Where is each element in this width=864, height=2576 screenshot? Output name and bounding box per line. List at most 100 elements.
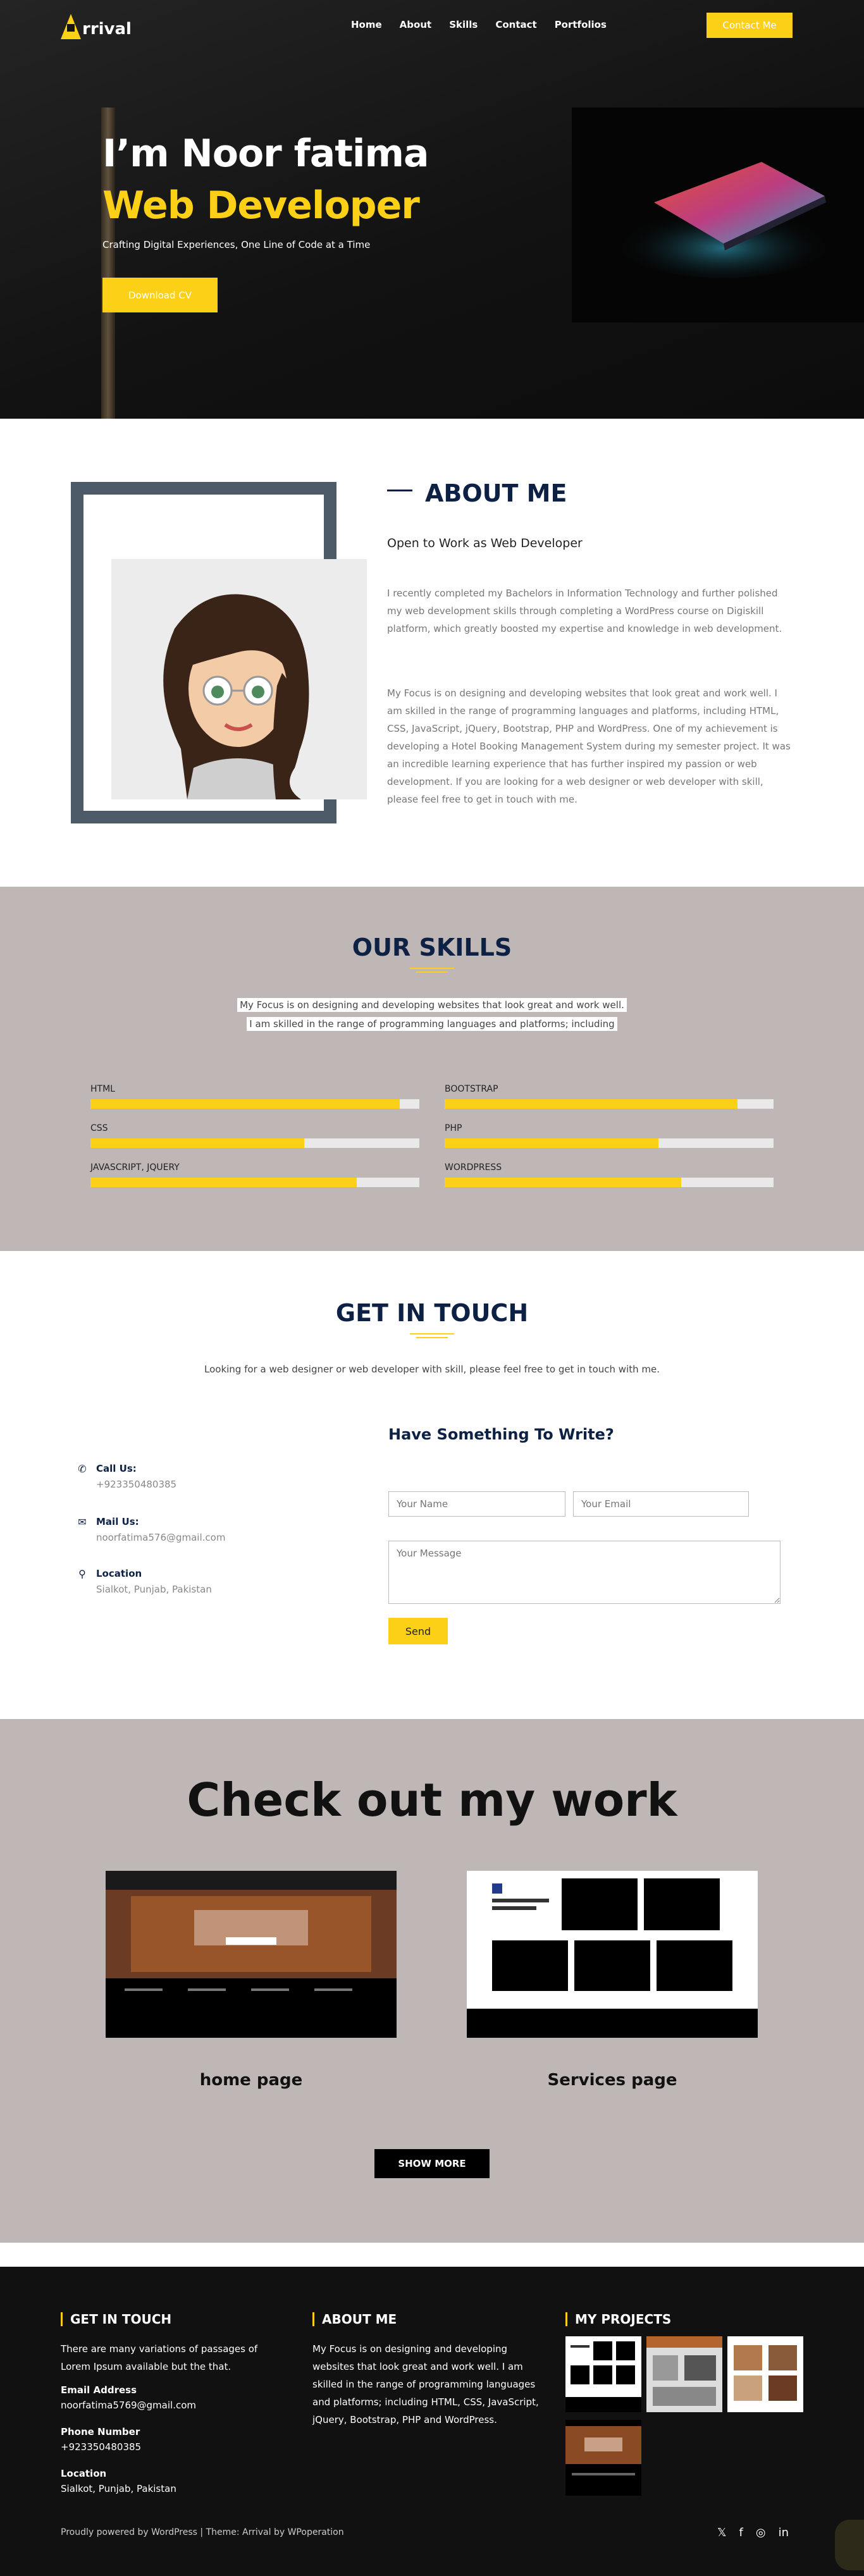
footer-phone-label: Phone Number bbox=[61, 2426, 140, 2437]
message-textarea[interactable] bbox=[388, 1541, 781, 1604]
footer-location-label: Location bbox=[61, 2468, 107, 2479]
footer-about-text: My Focus is on designing and developing … bbox=[312, 2343, 539, 2425]
call-value[interactable]: +923350480385 bbox=[96, 1479, 176, 1490]
footer-about-column: ABOUT ME My Focus is on designing and de… bbox=[312, 2312, 540, 2429]
skill-fill bbox=[445, 1138, 658, 1148]
contact-heading-underline-2 bbox=[416, 1337, 448, 1338]
hero-laptop-image bbox=[572, 108, 864, 323]
footer-project-thumb-1[interactable] bbox=[565, 2336, 641, 2412]
footer-projects-column: MY PROJECTS bbox=[565, 2312, 806, 2326]
skill-javascript: JAVASCRIPT, JQUERY bbox=[90, 1162, 419, 1187]
skill-track bbox=[90, 1178, 419, 1187]
skills-heading-underline-2 bbox=[416, 971, 448, 973]
skill-label: JAVASCRIPT, JQUERY bbox=[90, 1162, 180, 1173]
skill-label: WORDPRESS bbox=[445, 1162, 502, 1173]
footer-project-thumb-4[interactable] bbox=[565, 2420, 641, 2496]
footer-about-heading: ABOUT ME bbox=[312, 2312, 540, 2326]
footer-social-links: 𝕏 f ◎ in bbox=[717, 2526, 789, 2539]
skill-css: CSS bbox=[90, 1123, 419, 1148]
skills-heading: OUR SKILLS bbox=[352, 934, 512, 961]
name-input[interactable] bbox=[388, 1491, 565, 1517]
footer-location-value: Sialkot, Punjab, Pakistan bbox=[61, 2483, 176, 2494]
skill-track bbox=[445, 1178, 774, 1187]
skill-fill bbox=[90, 1138, 304, 1148]
mail-icon: ✉ bbox=[78, 1515, 87, 1528]
skill-track bbox=[90, 1099, 419, 1109]
mail-value[interactable]: noorfatima576@gmail.com bbox=[96, 1532, 225, 1543]
skill-label: PHP bbox=[445, 1123, 462, 1133]
skills-section: OUR SKILLS My Focus is on designing and … bbox=[0, 887, 864, 1251]
menu-item-about[interactable]: About bbox=[400, 19, 432, 30]
project-thumbnail-services[interactable] bbox=[467, 1871, 758, 2038]
contact-mail: ✉ Mail Us: noorfatima576@gmail.com bbox=[76, 1515, 225, 1544]
contact-heading-underline bbox=[410, 1333, 454, 1334]
about-section: ABOUT ME Open to Work as Web Developer I… bbox=[0, 419, 864, 887]
form-heading: Have Something To Write? bbox=[388, 1426, 614, 1443]
send-button[interactable]: Send bbox=[388, 1618, 448, 1644]
site-logo[interactable]: rrival bbox=[61, 11, 132, 39]
menu-item-portfolios[interactable]: Portfolios bbox=[555, 19, 607, 30]
about-image-frame-bottom bbox=[71, 811, 336, 823]
skill-fill bbox=[90, 1178, 357, 1187]
about-heading: ABOUT ME bbox=[425, 479, 567, 507]
skill-fill bbox=[445, 1099, 737, 1109]
skill-label: CSS bbox=[90, 1123, 108, 1133]
project-caption-services: Services page bbox=[547, 2071, 677, 2090]
footer-credits: Proudly powered by WordPress | Theme: Ar… bbox=[61, 2527, 344, 2537]
skill-fill bbox=[90, 1099, 400, 1109]
footer-contact-text: There are many variations of passages of… bbox=[61, 2343, 258, 2372]
scroll-to-top-button[interactable] bbox=[835, 2520, 864, 2570]
facebook-icon[interactable]: f bbox=[739, 2526, 743, 2539]
instagram-icon[interactable]: ◎ bbox=[756, 2526, 766, 2539]
top-navigation: rrival Home About Skills Contact Portfol… bbox=[0, 0, 864, 51]
about-heading-line bbox=[387, 490, 412, 491]
skill-track bbox=[445, 1099, 774, 1109]
skill-track bbox=[445, 1138, 774, 1148]
twitter-icon[interactable]: 𝕏 bbox=[717, 2526, 727, 2539]
contact-description: Looking for a web designer or web develo… bbox=[204, 1364, 660, 1375]
work-heading: Check out my work bbox=[187, 1773, 677, 1827]
call-title: Call Us: bbox=[96, 1463, 137, 1474]
footer: GET IN TOUCH There are many variations o… bbox=[0, 2267, 864, 2576]
location-title: Location bbox=[96, 1568, 142, 1579]
contact-me-button[interactable]: Contact Me bbox=[707, 13, 793, 38]
skill-php: PHP bbox=[445, 1123, 774, 1148]
skill-label: BOOTSTRAP bbox=[445, 1084, 498, 1094]
contact-heading: GET IN TOUCH bbox=[335, 1299, 529, 1327]
map-pin-icon: ⚲ bbox=[78, 1567, 86, 1580]
contact-call: ✆ Call Us: +923350480385 bbox=[76, 1462, 176, 1491]
menu-item-skills[interactable]: Skills bbox=[449, 19, 478, 30]
project-caption-home: home page bbox=[199, 2071, 303, 2090]
footer-project-thumb-3[interactable] bbox=[727, 2336, 803, 2412]
contact-section: GET IN TOUCH Looking for a web designer … bbox=[0, 1251, 864, 1719]
about-paragraph-2: My Focus is on designing and developing … bbox=[387, 687, 791, 805]
contact-location: ⚲ Location Sialkot, Punjab, Pakistan bbox=[76, 1567, 212, 1596]
footer-phone-value[interactable]: +923350480385 bbox=[61, 2441, 288, 2453]
skill-wordpress: WORDPRESS bbox=[445, 1162, 774, 1187]
skill-label: HTML bbox=[90, 1084, 115, 1094]
show-more-button[interactable]: SHOW MORE bbox=[374, 2149, 490, 2178]
skill-bootstrap: BOOTSTRAP bbox=[445, 1084, 774, 1109]
download-cv-button[interactable]: Download CV bbox=[102, 278, 218, 312]
hero-subtitle: Web Developer bbox=[102, 183, 420, 228]
menu-item-home[interactable]: Home bbox=[351, 19, 382, 30]
skills-intro-1: My Focus is on designing and developing … bbox=[237, 998, 627, 1012]
skills-heading-underline bbox=[410, 968, 454, 969]
about-paragraph-1: I recently completed my Bachelors in Inf… bbox=[387, 588, 782, 634]
footer-project-thumb-2[interactable] bbox=[646, 2336, 722, 2412]
main-menu: Home About Skills Contact Portfolios bbox=[351, 19, 607, 30]
section-gap bbox=[0, 2243, 864, 2267]
logo-text: rrival bbox=[82, 20, 132, 39]
footer-email-value[interactable]: noorfatima5769@gmail.com bbox=[61, 2400, 288, 2411]
menu-item-contact[interactable]: Contact bbox=[495, 19, 536, 30]
about-open-to-work: Open to Work as Web Developer bbox=[387, 536, 583, 550]
skill-track bbox=[90, 1138, 419, 1148]
skill-fill bbox=[445, 1178, 682, 1187]
footer-contact-heading: GET IN TOUCH bbox=[61, 2312, 288, 2326]
email-input[interactable] bbox=[573, 1491, 749, 1517]
project-thumbnail-home[interactable] bbox=[106, 1871, 397, 2038]
avatar bbox=[111, 559, 367, 799]
mail-title: Mail Us: bbox=[96, 1516, 139, 1527]
hero-tagline: Crafting Digital Experiences, One Line o… bbox=[102, 239, 371, 250]
linkedin-icon[interactable]: in bbox=[779, 2526, 789, 2539]
